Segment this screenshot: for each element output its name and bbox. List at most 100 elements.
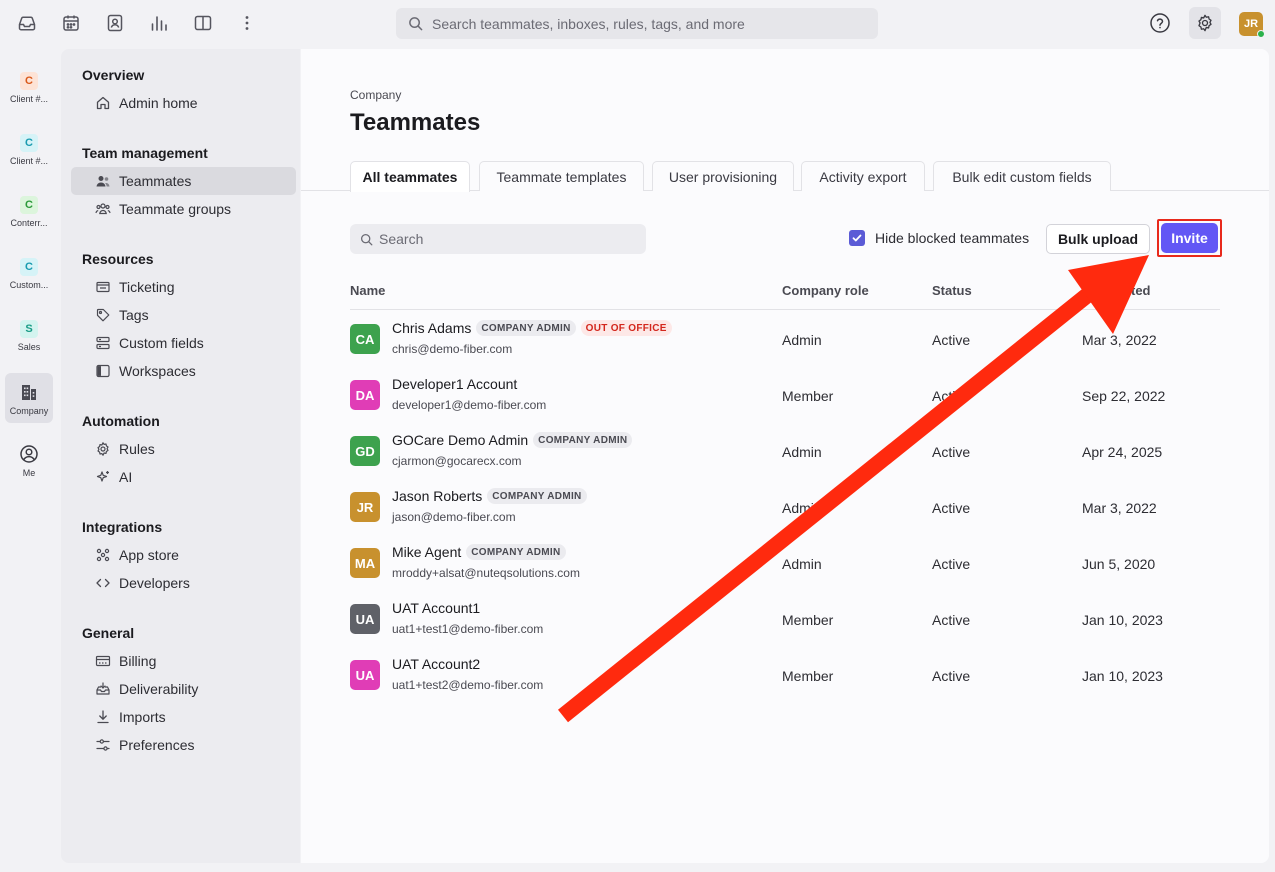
user-circle-icon (20, 445, 38, 463)
app-store-icon (96, 548, 110, 562)
rules-gear-icon (97, 442, 109, 456)
rail-item-client-2[interactable]: C Client #... (5, 122, 53, 174)
nav-item-developers[interactable]: Developers (71, 569, 296, 597)
more-icon[interactable] (235, 11, 259, 35)
nav-item-billing[interactable]: Billing (71, 647, 296, 675)
tab-user-provisioning[interactable]: User provisioning (652, 161, 794, 191)
nav-item-admin-home[interactable]: Admin home (71, 89, 296, 117)
status: Active (932, 500, 971, 516)
code-icon (96, 578, 110, 588)
tab-bulk-edit-custom-fields[interactable]: Bulk edit custom fields (933, 161, 1111, 191)
nav-item-workspaces[interactable]: Workspaces (71, 357, 296, 385)
nav-item-custom-fields[interactable]: Custom fields (71, 329, 296, 357)
company-role: Admin (782, 444, 822, 460)
teammate-name-cell: UAT Account1 (392, 600, 480, 616)
nav-item-imports[interactable]: Imports (71, 703, 296, 731)
user-avatar[interactable]: JR (1239, 12, 1265, 38)
teammate-groups-icon (95, 203, 111, 215)
tab-activity-export[interactable]: Activity export (801, 161, 925, 191)
nav-item-label: Teammates (119, 173, 192, 189)
tab-bar: All teammates Teammate templates User pr… (301, 161, 1269, 192)
nav-item-ai[interactable]: AI (71, 463, 296, 491)
tab-all-teammates[interactable]: All teammates (350, 161, 470, 192)
hide-blocked-toggle[interactable]: Hide blocked teammates (849, 230, 1029, 246)
nav-item-label: Billing (119, 653, 157, 669)
column-header-status[interactable]: Status (932, 283, 972, 298)
global-search-input[interactable]: Search teammates, inboxes, rules, tags, … (396, 8, 878, 39)
settings-gear-icon[interactable] (1189, 7, 1221, 39)
nav-item-deliverability[interactable]: Deliverability (71, 675, 296, 703)
contacts-icon[interactable] (103, 11, 127, 35)
company-admin-badge: COMPANY ADMIN (466, 544, 566, 560)
status: Active (932, 556, 971, 572)
knowledge-base-icon[interactable] (191, 11, 215, 35)
analytics-icon[interactable] (147, 11, 171, 35)
rail-badge: C (20, 258, 38, 276)
rail-label: Conterr... (10, 218, 48, 228)
tab-teammate-templates[interactable]: Teammate templates (479, 161, 644, 191)
table-row[interactable]: UA UAT Account2 uat1+test2@demo-fiber.com M… (350, 648, 1220, 704)
rail-item-sales[interactable]: S Sales (5, 308, 53, 360)
nav-item-teammate-groups[interactable]: Teammate groups (71, 195, 296, 223)
rail-item-company[interactable]: Company (5, 373, 53, 423)
column-header-name[interactable]: Name (350, 283, 385, 298)
rail-item-custom[interactable]: C Custom... (5, 246, 53, 298)
nav-item-tags[interactable]: Tags (71, 301, 296, 329)
table-row[interactable]: CA Chris Adams COMPANY ADMIN OUT OF OFFICE c… (350, 312, 1220, 368)
created-date: Sep 22, 2022 (1082, 388, 1166, 404)
bulk-upload-button[interactable]: Bulk upload (1046, 224, 1150, 254)
table-row[interactable]: UA UAT Account1 uat1+test1@demo-fiber.com M… (350, 592, 1220, 648)
teammate-email: cjarmon@gocarecx.com (392, 454, 522, 468)
rail-item-client-1[interactable]: C Client #... (5, 60, 53, 112)
nav-item-app-store[interactable]: App store (71, 541, 296, 569)
nav-section-title: Resources (82, 251, 154, 267)
company-role: Admin (782, 500, 822, 516)
company-role: Member (782, 668, 834, 684)
company-role: Admin (782, 556, 822, 572)
nav-item-label: Deliverability (119, 681, 199, 697)
teammate-name-cell: Jason Roberts COMPANY ADMIN (392, 488, 587, 504)
nav-item-label: Preferences (119, 737, 195, 753)
nav-item-rules[interactable]: Rules (71, 435, 296, 463)
nav-item-label: Teammate groups (119, 201, 232, 217)
out-of-office-badge: OUT OF OFFICE (580, 320, 672, 336)
inbox-icon[interactable] (15, 11, 39, 35)
search-icon (409, 17, 423, 31)
column-header-company-role[interactable]: Company role (782, 283, 869, 298)
invite-button[interactable]: Invite (1161, 223, 1218, 253)
status: Active (932, 388, 971, 404)
nav-item-ticketing[interactable]: Ticketing (71, 273, 296, 301)
table-row[interactable]: MA Mike Agent COMPANY ADMIN mroddy+alsat@nu… (350, 536, 1220, 592)
table-row[interactable]: JR Jason Roberts COMPANY ADMIN jason@demo-f… (350, 480, 1220, 536)
billing-icon (95, 655, 111, 667)
company-admin-badge: COMPANY ADMIN (487, 488, 587, 504)
ai-sparkle-icon (96, 471, 109, 482)
user-avatar-initials: JR (1243, 18, 1259, 30)
nav-section-title: Team management (82, 145, 208, 161)
hide-blocked-label: Hide blocked teammates (875, 230, 1030, 246)
company-building-icon (22, 385, 36, 400)
table-header-divider (350, 309, 1220, 310)
column-header-created[interactable]: ted (1131, 283, 1151, 298)
company-admin-badge: COMPANY ADMIN (476, 320, 576, 336)
calendar-icon[interactable] (59, 11, 83, 35)
import-icon (97, 710, 109, 724)
teammate-name: GOCare Demo Admin (392, 432, 529, 448)
teammate-search-input[interactable] (379, 231, 629, 247)
nav-item-teammates[interactable]: Teammates (71, 167, 296, 195)
teammate-name-cell: UAT Account2 (392, 656, 480, 672)
custom-fields-icon (96, 336, 110, 350)
rail-item-conterr[interactable]: C Conterr... (5, 184, 53, 236)
online-status-dot (1257, 30, 1265, 38)
workspaces-icon (96, 364, 110, 378)
rail-item-me[interactable]: Me (5, 434, 53, 486)
table-row[interactable]: DA Developer1 Account developer1@demo-fibe… (350, 368, 1220, 424)
created-date: Jan 10, 2023 (1082, 668, 1163, 684)
company-role: Member (782, 388, 834, 404)
nav-item-label: App store (119, 547, 179, 563)
table-row[interactable]: GD GOCare Demo Admin COMPANY ADMIN cjarmon@… (350, 424, 1220, 480)
hide-blocked-checkbox[interactable] (849, 230, 865, 246)
help-icon[interactable] (1149, 12, 1171, 34)
nav-item-preferences[interactable]: Preferences (71, 731, 296, 759)
deliverability-icon (96, 682, 110, 695)
